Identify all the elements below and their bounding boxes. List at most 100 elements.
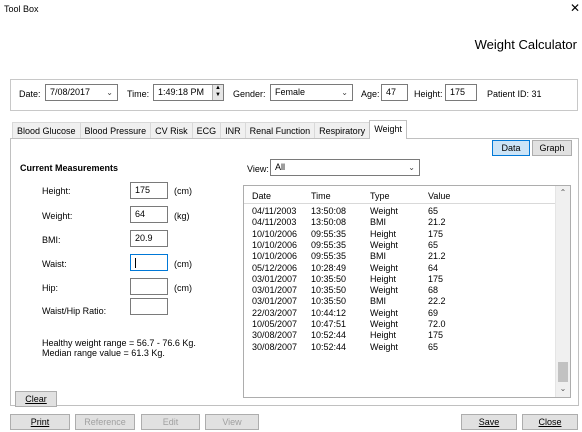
table-row[interactable]: 03/01/2007 10:35:50 BMI 22.2 <box>244 296 556 307</box>
chevron-down-icon[interactable]: ⌄ <box>341 87 348 98</box>
cell-date: 10/05/2007 <box>252 319 298 329</box>
clear-button[interactable]: Clear <box>15 391 57 407</box>
cell-value: 65 <box>428 206 439 216</box>
table-row[interactable]: 10/10/2006 09:55:35 Weight 65 <box>244 240 556 251</box>
grid-header: Date Time Type Value <box>244 186 556 204</box>
tab-ecg[interactable]: ECG <box>191 122 222 139</box>
chevron-down-icon[interactable]: ⌄ <box>106 87 113 98</box>
gender-select[interactable]: Female ⌄ <box>270 84 353 101</box>
header-height-field[interactable]: 175 <box>445 84 477 101</box>
weight-value: 64 <box>135 209 146 219</box>
column-header-date[interactable]: Date <box>252 191 271 201</box>
table-row[interactable]: 10/05/2007 10:47:51 Weight 72.0 <box>244 319 556 330</box>
date-picker[interactable]: 7/08/2017 ⌄ <box>45 84 118 101</box>
height-label: Height: <box>42 186 71 196</box>
view-label: View: <box>247 164 269 174</box>
cell-value: 65 <box>428 239 439 250</box>
table-row[interactable]: 10/10/2006 09:55:35 Height 175 <box>244 229 556 240</box>
edit-button[interactable]: Edit <box>141 414 200 430</box>
scroll-down-icon[interactable]: ⌄ <box>556 382 570 396</box>
view-filter-value: All <box>275 162 286 172</box>
cell-time: 09:55:35 <box>311 251 347 262</box>
section-title: Current Measurements <box>20 163 119 173</box>
chevron-down-icon[interactable]: ⌄ <box>408 162 415 173</box>
cell-value: 21.2 <box>428 217 446 228</box>
table-row[interactable]: 03/01/2007 10:35:50 Height 175 <box>244 274 556 285</box>
cell-time: 10:47:51 <box>311 319 347 329</box>
cell-date: 30/08/2007 <box>252 330 298 341</box>
tab-inr[interactable]: INR <box>220 122 246 139</box>
cell-value: 65 <box>428 341 439 352</box>
tab-strip: Blood Glucose Blood Pressure CV Risk ECG… <box>12 120 408 139</box>
table-row[interactable]: 04/11/2003 13:50:08 Weight 65 <box>244 206 556 217</box>
cell-value: 64 <box>428 262 439 273</box>
window-title: Tool Box <box>4 4 39 14</box>
print-label: Print <box>30 417 50 427</box>
cell-time: 10:52:44 <box>311 330 347 341</box>
scrollbar-thumb[interactable] <box>558 362 568 382</box>
weight-label: Weight: <box>42 211 73 221</box>
cell-value: 175 <box>428 273 444 284</box>
table-row[interactable]: 30/08/2007 10:52:44 Weight 65 <box>244 342 556 353</box>
cell-type: Weight <box>370 319 398 329</box>
cell-time: 10:35:50 <box>311 285 347 296</box>
cell-time: 13:50:08 <box>311 206 347 216</box>
column-header-value[interactable]: Value <box>428 191 450 201</box>
close-icon[interactable]: ✕ <box>569 1 581 15</box>
table-row[interactable]: 03/01/2007 10:35:50 Weight 68 <box>244 285 556 296</box>
tab-blood-pressure[interactable]: Blood Pressure <box>79 122 152 139</box>
age-value: 47 <box>386 87 397 97</box>
time-picker[interactable]: 1:49:18 PM ▲ ▼ <box>153 84 224 101</box>
table-row[interactable]: 22/03/2007 10:44:12 Weight 69 <box>244 308 556 319</box>
vertical-scrollbar[interactable]: ⌃ ⌄ <box>555 186 570 397</box>
cell-type: Weight <box>370 341 398 352</box>
table-row[interactable]: 30/08/2007 10:52:44 Height 175 <box>244 330 556 341</box>
waist-label: Waist: <box>42 259 67 269</box>
tab-weight[interactable]: Weight <box>369 120 408 139</box>
cell-type: Weight <box>370 206 398 216</box>
scroll-up-icon[interactable]: ⌃ <box>556 186 570 200</box>
cell-value: 68 <box>428 285 439 296</box>
tab-respiratory[interactable]: Respiratory <box>314 122 371 139</box>
measurements-grid[interactable]: Date Time Type Value 04/11/2003 13:50:08 W… <box>243 185 571 398</box>
save-button[interactable]: Save <box>461 414 517 430</box>
column-header-time[interactable]: Time <box>311 191 331 201</box>
hip-input[interactable] <box>130 278 168 295</box>
cell-time: 13:50:08 <box>311 217 347 228</box>
column-header-type[interactable]: Type <box>370 191 390 201</box>
cell-date: 04/11/2003 <box>252 217 297 228</box>
cell-date: 03/01/2007 <box>252 273 298 284</box>
view-button[interactable]: View <box>205 414 259 430</box>
close-button[interactable]: Close <box>522 414 578 430</box>
cell-type: Weight <box>370 307 398 318</box>
table-row[interactable]: 05/12/2006 10:28:49 Weight 64 <box>244 263 556 274</box>
cell-value: 72.0 <box>428 319 446 329</box>
close-label: Close <box>538 417 562 427</box>
graph-view-button[interactable]: Graph <box>532 140 572 156</box>
height-label: Height: <box>414 89 443 99</box>
print-button[interactable]: Print <box>10 414 70 430</box>
cell-date: 10/10/2006 <box>252 239 298 250</box>
cell-date: 10/10/2006 <box>252 251 298 262</box>
bmi-field[interactable]: 20.9 <box>130 230 168 247</box>
reference-button[interactable]: Reference <box>75 414 135 430</box>
age-label: Age: <box>361 89 380 99</box>
height-input[interactable]: 175 <box>130 182 168 199</box>
weight-input[interactable]: 64 <box>130 206 168 223</box>
age-field[interactable]: 47 <box>381 84 408 101</box>
tab-cv-risk[interactable]: CV Risk <box>150 122 193 139</box>
weight-unit: (kg) <box>174 211 190 221</box>
bmi-value: 20.9 <box>135 233 153 243</box>
table-row[interactable]: 10/10/2006 09:55:35 BMI 21.2 <box>244 251 556 262</box>
waist-input[interactable] <box>130 254 168 271</box>
spin-arrows-icon[interactable]: ▲ ▼ <box>212 85 223 100</box>
tab-renal-function[interactable]: Renal Function <box>244 122 316 139</box>
view-filter-select[interactable]: All ⌄ <box>270 159 420 176</box>
cell-time: 09:55:35 <box>311 239 347 250</box>
data-view-button[interactable]: Data <box>492 140 530 156</box>
tab-blood-glucose[interactable]: Blood Glucose <box>12 122 81 139</box>
hip-unit: (cm) <box>174 283 192 293</box>
table-row[interactable]: 04/11/2003 13:50:08 BMI 21.2 <box>244 217 556 228</box>
cell-time: 10:28:49 <box>311 262 347 273</box>
ratio-field[interactable] <box>130 298 168 315</box>
